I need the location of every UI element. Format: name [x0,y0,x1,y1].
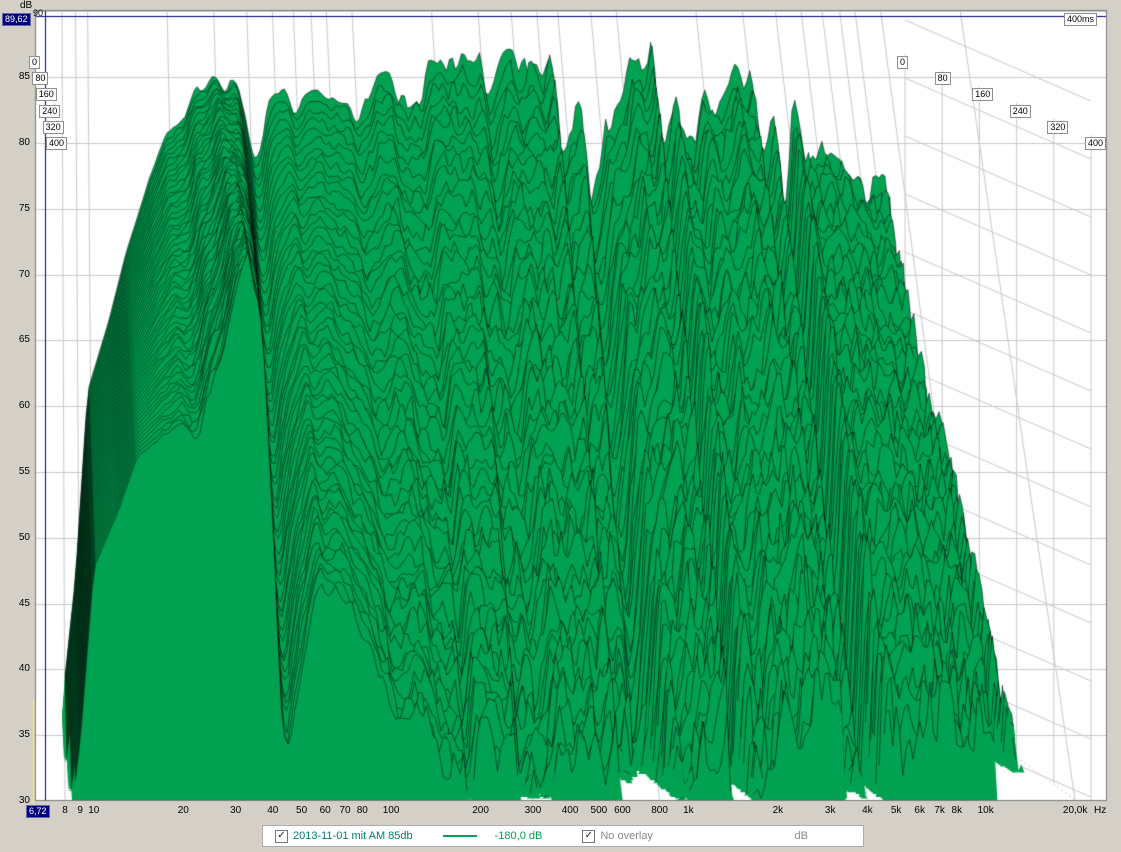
legend-bar: ✓ 2013-11-01 mit AM 85db -180,0 dB ✓ No … [262,825,864,847]
waterfall-window: dB 90 89,62 6,72 400ms Hz 85807570656055… [0,0,1121,852]
legend-db-label: dB [795,830,808,842]
series-line-sample [443,835,477,837]
waterfall-plot-canvas[interactable] [0,0,1121,852]
series-label[interactable]: 2013-11-01 mit AM 85db [293,830,413,842]
series-floor-value: -180,0 dB [495,830,543,842]
series-checkbox[interactable]: ✓ [275,830,288,843]
overlay-label: No overlay [600,830,653,842]
overlay-checkbox[interactable]: ✓ [582,830,595,843]
